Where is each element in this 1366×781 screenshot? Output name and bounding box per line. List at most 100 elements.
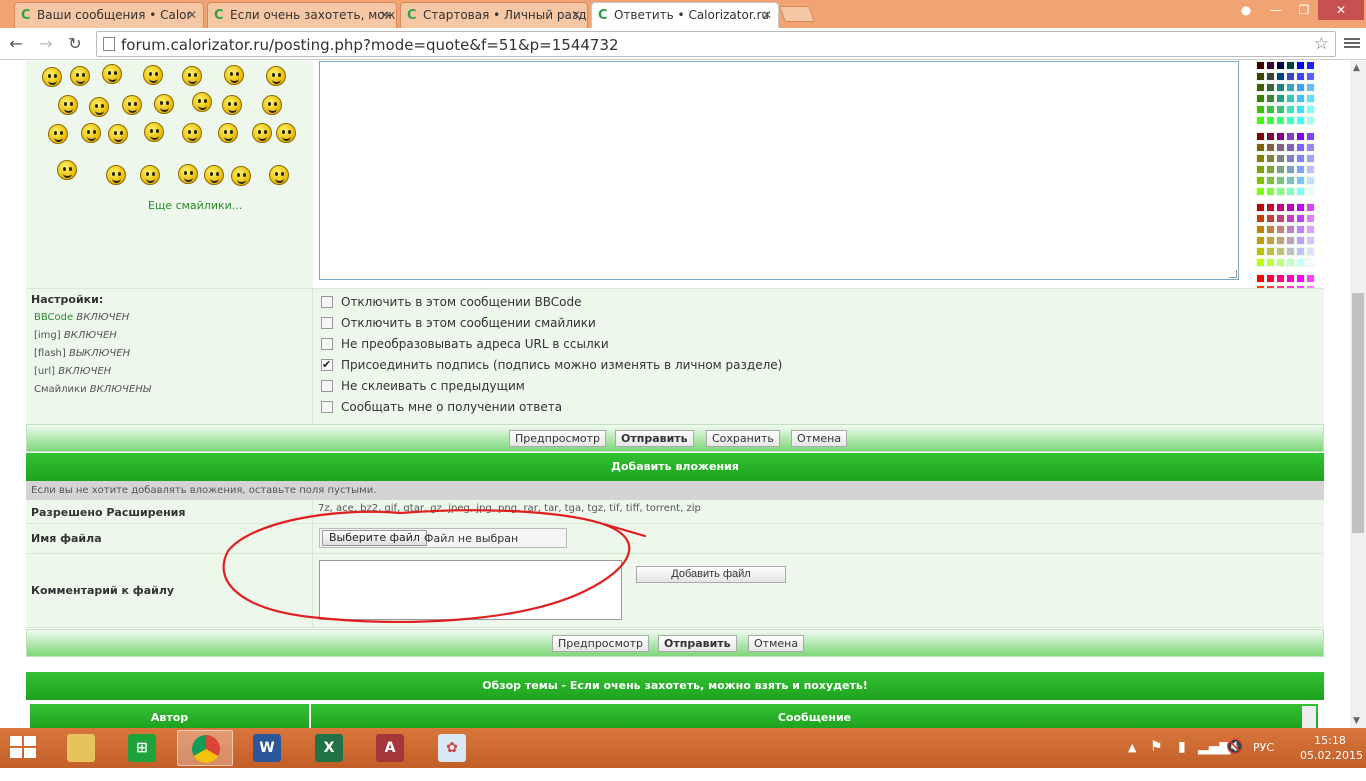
resize-grip-icon[interactable] — [1229, 270, 1237, 278]
palette-color-swatch[interactable] — [1296, 61, 1305, 70]
page-scrollbar[interactable]: ▲ ▼ — [1350, 61, 1366, 728]
taskbar-store[interactable]: ⊞ — [114, 730, 170, 766]
palette-color-swatch[interactable] — [1296, 214, 1305, 223]
palette-color-swatch[interactable] — [1296, 247, 1305, 256]
palette-color-swatch[interactable] — [1296, 176, 1305, 185]
palette-color-swatch[interactable] — [1276, 83, 1285, 92]
palette-color-swatch[interactable] — [1306, 94, 1315, 103]
palette-color-swatch[interactable] — [1306, 214, 1315, 223]
palette-color-swatch[interactable] — [1306, 83, 1315, 92]
palette-color-swatch[interactable] — [1256, 214, 1265, 223]
palette-color-swatch[interactable] — [1276, 132, 1285, 141]
palette-color-swatch[interactable] — [1266, 61, 1275, 70]
palette-color-swatch[interactable] — [1256, 72, 1265, 81]
smilie-icon[interactable] — [252, 123, 272, 143]
palette-color-swatch[interactable] — [1296, 132, 1305, 141]
palette-color-swatch[interactable] — [1286, 187, 1295, 196]
palette-color-swatch[interactable] — [1306, 165, 1315, 174]
checkbox[interactable] — [321, 401, 333, 413]
smilie-icon[interactable] — [224, 65, 244, 85]
palette-color-swatch[interactable] — [1296, 116, 1305, 125]
bookmark-star-icon[interactable]: ☆ — [1314, 34, 1329, 54]
smilie-icon[interactable] — [122, 95, 142, 115]
smilie-icon[interactable] — [231, 166, 251, 186]
palette-color-swatch[interactable] — [1306, 203, 1315, 212]
tray-flag-icon[interactable]: ⚑ — [1150, 739, 1163, 779]
smilie-icon[interactable] — [154, 94, 174, 114]
palette-color-swatch[interactable] — [1306, 154, 1315, 163]
tray-expand-icon[interactable]: ▲ — [1128, 741, 1136, 781]
smilie-icon[interactable] — [276, 123, 296, 143]
palette-color-swatch[interactable] — [1276, 274, 1285, 283]
tab-reply[interactable]: C Ответить • Calorizator.ru ✕ — [591, 2, 779, 28]
tab-close-icon[interactable]: ✕ — [187, 8, 197, 22]
tab-start[interactable]: C Стартовая • Личный разд ✕ — [400, 2, 588, 28]
palette-color-swatch[interactable] — [1276, 247, 1285, 256]
palette-color-swatch[interactable] — [1266, 258, 1275, 267]
smilie-icon[interactable] — [266, 66, 286, 86]
palette-color-swatch[interactable] — [1286, 258, 1295, 267]
palette-color-swatch[interactable] — [1276, 154, 1285, 163]
palette-color-swatch[interactable] — [1266, 154, 1275, 163]
palette-color-swatch[interactable] — [1306, 72, 1315, 81]
smilie-icon[interactable] — [48, 124, 68, 144]
smilie-icon[interactable] — [182, 123, 202, 143]
palette-color-swatch[interactable] — [1286, 274, 1295, 283]
palette-color-swatch[interactable] — [1276, 94, 1285, 103]
palette-color-swatch[interactable] — [1306, 61, 1315, 70]
palette-color-swatch[interactable] — [1256, 154, 1265, 163]
file-comment-textarea[interactable] — [319, 560, 622, 620]
tab-close-icon[interactable]: ✕ — [762, 8, 772, 22]
palette-color-swatch[interactable] — [1256, 247, 1265, 256]
checkbox[interactable] — [321, 380, 333, 392]
palette-color-swatch[interactable] — [1296, 274, 1305, 283]
smilie-icon[interactable] — [102, 64, 122, 84]
palette-color-swatch[interactable] — [1296, 236, 1305, 245]
palette-color-swatch[interactable] — [1256, 165, 1265, 174]
smilie-icon[interactable] — [57, 160, 77, 180]
option-attach-signature[interactable]: Присоединить подпись (подпись можно изме… — [321, 357, 782, 379]
reload-icon[interactable]: ↻ — [65, 34, 85, 54]
palette-color-swatch[interactable] — [1286, 165, 1295, 174]
palette-color-swatch[interactable] — [1296, 225, 1305, 234]
palette-color-swatch[interactable] — [1266, 143, 1275, 152]
smilie-icon[interactable] — [108, 124, 128, 144]
palette-color-swatch[interactable] — [1276, 116, 1285, 125]
save-button[interactable]: Сохранить — [706, 430, 780, 447]
tray-language[interactable]: РУС — [1253, 741, 1274, 781]
cancel-button[interactable]: Отмена — [791, 430, 848, 447]
palette-color-swatch[interactable] — [1306, 258, 1315, 267]
palette-color-swatch[interactable] — [1276, 143, 1285, 152]
submit-button[interactable]: Отправить — [658, 635, 737, 652]
palette-color-swatch[interactable] — [1256, 274, 1265, 283]
option-no-url-parse[interactable]: Не преобразовывать адреса URL в ссылки — [321, 337, 782, 358]
scrollbar-thumb[interactable] — [1352, 293, 1364, 533]
palette-color-swatch[interactable] — [1286, 143, 1295, 152]
palette-color-swatch[interactable] — [1286, 94, 1295, 103]
palette-color-swatch[interactable] — [1276, 105, 1285, 114]
palette-color-swatch[interactable] — [1266, 105, 1275, 114]
palette-color-swatch[interactable] — [1286, 203, 1295, 212]
palette-color-swatch[interactable] — [1296, 72, 1305, 81]
palette-color-swatch[interactable] — [1266, 203, 1275, 212]
palette-color-swatch[interactable] — [1286, 176, 1295, 185]
option-disable-smilies[interactable]: Отключить в этом сообщении смайлики — [321, 316, 782, 337]
smilie-icon[interactable] — [204, 165, 224, 185]
palette-color-swatch[interactable] — [1276, 61, 1285, 70]
palette-color-swatch[interactable] — [1256, 132, 1265, 141]
taskbar-file-explorer[interactable] — [53, 730, 109, 766]
smilie-icon[interactable] — [262, 95, 282, 115]
preview-button[interactable]: Предпросмотр — [509, 430, 606, 447]
palette-color-swatch[interactable] — [1266, 165, 1275, 174]
smilie-icon[interactable] — [222, 95, 242, 115]
file-input[interactable]: Выберите файл Файл не выбран — [319, 528, 567, 548]
tab-messages[interactable]: C Ваши сообщения • Calor ✕ — [14, 2, 204, 28]
palette-color-swatch[interactable] — [1296, 154, 1305, 163]
smilie-icon[interactable] — [106, 165, 126, 185]
scroll-up-icon[interactable]: ▲ — [1353, 63, 1360, 73]
palette-color-swatch[interactable] — [1266, 236, 1275, 245]
palette-color-swatch[interactable] — [1306, 225, 1315, 234]
message-textarea[interactable] — [319, 61, 1239, 280]
back-arrow-icon[interactable]: ← — [6, 34, 26, 54]
smilie-icon[interactable] — [269, 165, 289, 185]
